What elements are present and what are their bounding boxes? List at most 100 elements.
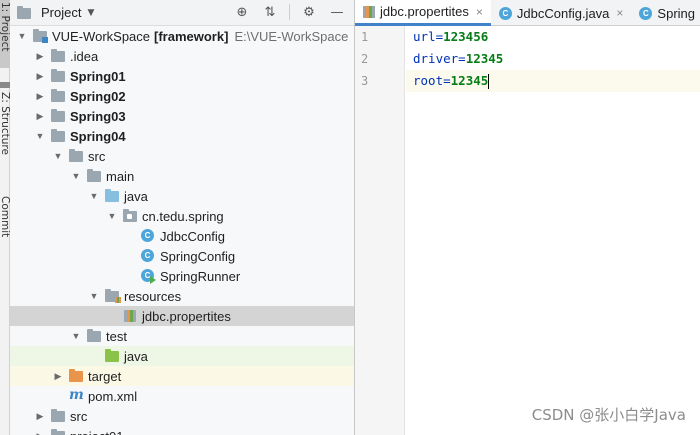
class-icon: C xyxy=(140,249,156,263)
chevron-down-icon[interactable]: ▼ xyxy=(16,31,28,41)
tree-item-springrunner[interactable]: C SpringRunner xyxy=(10,266,354,286)
chevron-down-icon[interactable]: ▼ xyxy=(52,151,64,161)
line-number: 2 xyxy=(361,52,369,66)
project-folder-icon xyxy=(16,5,32,20)
chevron-down-icon[interactable]: ▼ xyxy=(106,211,118,221)
line-number: 1 xyxy=(361,30,369,44)
tree-item-spring01[interactable]: ▶ Spring01 xyxy=(10,66,354,86)
code-line[interactable]: url=123456 xyxy=(406,26,700,48)
tree-item-springconfig[interactable]: C SpringConfig xyxy=(10,246,354,266)
chevron-down-icon[interactable]: ▼ xyxy=(88,291,100,301)
divider xyxy=(289,4,290,20)
collapse-icon[interactable]: ⇅ xyxy=(261,3,279,21)
tab-label: jdbc.propertites xyxy=(380,4,469,19)
tree-item-main[interactable]: ▼ main xyxy=(10,166,354,186)
property-value: 123456 xyxy=(443,29,489,44)
property-value: 12345 xyxy=(450,73,489,88)
tree-item-suffix: [framework] xyxy=(154,28,229,44)
tree-item-test[interactable]: ▼ test xyxy=(10,326,354,346)
close-icon[interactable]: × xyxy=(476,5,483,19)
tree-item-root-src[interactable]: ▶ src xyxy=(10,406,354,426)
tree-item-label: Spring01 xyxy=(70,68,126,84)
module-folder-icon xyxy=(32,29,48,43)
tree-item-project01[interactable]: ▶ project01 xyxy=(10,426,354,435)
tree-item-label: jdbc.propertites xyxy=(142,308,231,324)
tree-item-jdbc-properties[interactable]: jdbc.propertites xyxy=(10,306,354,326)
chevron-down-icon[interactable]: ▼ xyxy=(70,331,82,341)
tree-item-label: project01 xyxy=(70,429,123,435)
tree-item-pom[interactable]: m pom.xml xyxy=(10,386,354,406)
tree-item-src[interactable]: ▼ src xyxy=(10,146,354,166)
tree-item-label: SpringRunner xyxy=(160,268,241,284)
folder-icon xyxy=(50,129,66,143)
chevron-down-icon[interactable]: ▼ xyxy=(34,131,46,141)
project-panel-header: Project ▼ ⊕ ⇅ ⚙ — xyxy=(10,0,354,26)
tab-label: Spring xyxy=(657,5,695,21)
chevron-right-icon[interactable]: ▶ xyxy=(52,371,64,382)
tab-jdbc-properties[interactable]: jdbc.propertites × xyxy=(355,0,491,26)
code-line-current[interactable]: root=12345 xyxy=(406,70,700,92)
editor: jdbc.propertites × C JdbcConfig.java × C… xyxy=(355,0,700,435)
tree-item-label: resources xyxy=(124,288,182,304)
code-area[interactable]: url=123456 driver=12345 root=12345 xyxy=(406,26,700,92)
folder-icon xyxy=(50,89,66,103)
tree-item-java-sources[interactable]: ▼ java xyxy=(10,186,354,206)
folder-icon xyxy=(86,329,102,343)
property-separator: = xyxy=(443,73,451,88)
property-value: 12345 xyxy=(465,51,504,66)
excluded-folder-icon xyxy=(68,369,84,383)
tree-item-target[interactable]: ▶ target xyxy=(10,366,354,386)
tree-item-vue-workspace[interactable]: ▼ VUE-WorkSpace [framework] E:\VUE-WorkS… xyxy=(10,26,354,46)
properties-file-icon xyxy=(363,5,375,18)
property-separator: = xyxy=(435,29,444,44)
tree-item-idea[interactable]: ▶ .idea xyxy=(10,46,354,66)
project-view-selector[interactable]: Project xyxy=(41,5,81,20)
chevron-right-icon[interactable]: ▶ xyxy=(34,431,46,435)
editor-tabs: jdbc.propertites × C JdbcConfig.java × C… xyxy=(355,0,700,26)
tree-item-label: cn.tedu.spring xyxy=(142,208,224,224)
chevron-right-icon[interactable]: ▶ xyxy=(34,71,46,82)
tree-item-label: Spring02 xyxy=(70,88,126,104)
chevron-down-icon[interactable]: ▼ xyxy=(70,171,82,181)
code-line[interactable]: driver=12345 xyxy=(406,48,700,70)
test-folder-icon xyxy=(104,349,120,363)
tree-item-label: SpringConfig xyxy=(160,248,236,264)
tree-item-label: java xyxy=(124,188,148,204)
tree-item-spring03[interactable]: ▶ Spring03 xyxy=(10,106,354,126)
tree-item-label: VUE-WorkSpace xyxy=(52,28,151,44)
target-icon[interactable]: ⊕ xyxy=(233,3,251,21)
minimize-icon[interactable]: — xyxy=(328,3,346,21)
chevron-down-icon[interactable]: ▼ xyxy=(87,8,94,18)
property-key: driver xyxy=(413,51,459,66)
tree-item-package[interactable]: ▼ cn.tedu.spring xyxy=(10,206,354,226)
chevron-right-icon[interactable]: ▶ xyxy=(34,111,46,122)
tab-jdbcconfig[interactable]: C JdbcConfig.java × xyxy=(491,0,632,26)
folder-icon xyxy=(86,169,102,183)
runnable-class-icon: C xyxy=(140,269,156,284)
property-separator: = xyxy=(458,51,466,66)
tab-spring[interactable]: C Spring xyxy=(631,0,700,26)
chevron-right-icon[interactable]: ▶ xyxy=(34,411,46,422)
tree-item-java-tests[interactable]: java xyxy=(10,346,354,366)
project-panel: Project ▼ ⊕ ⇅ ⚙ — ▼ VUE-WorkSpace [frame… xyxy=(10,0,355,435)
tree-item-label: .idea xyxy=(70,48,99,64)
gear-icon[interactable]: ⚙ xyxy=(300,3,318,21)
maven-icon: m xyxy=(69,387,84,403)
tree-item-spring04[interactable]: ▼ Spring04 xyxy=(10,126,354,146)
tree-item-spring02[interactable]: ▶ Spring02 xyxy=(10,86,354,106)
class-icon: C xyxy=(140,229,156,243)
chevron-right-icon[interactable]: ▶ xyxy=(34,51,46,62)
line-number: 3 xyxy=(361,74,369,88)
tool-window-strip: 1: Project Z: Structure Commit xyxy=(0,0,11,435)
folder-icon xyxy=(68,149,84,163)
tree-item-label: pom.xml xyxy=(88,388,138,404)
tree-item-label: src xyxy=(70,408,88,424)
chevron-right-icon[interactable]: ▶ xyxy=(34,91,46,102)
close-icon[interactable]: × xyxy=(616,6,623,20)
chevron-down-icon[interactable]: ▼ xyxy=(88,191,100,201)
tree-item-resources[interactable]: ▼ resources xyxy=(10,286,354,306)
folder-icon xyxy=(50,109,66,123)
resources-folder-icon xyxy=(104,289,121,303)
tree-item-jdbcconfig[interactable]: C JdbcConfig xyxy=(10,226,354,246)
text-cursor xyxy=(488,74,490,89)
